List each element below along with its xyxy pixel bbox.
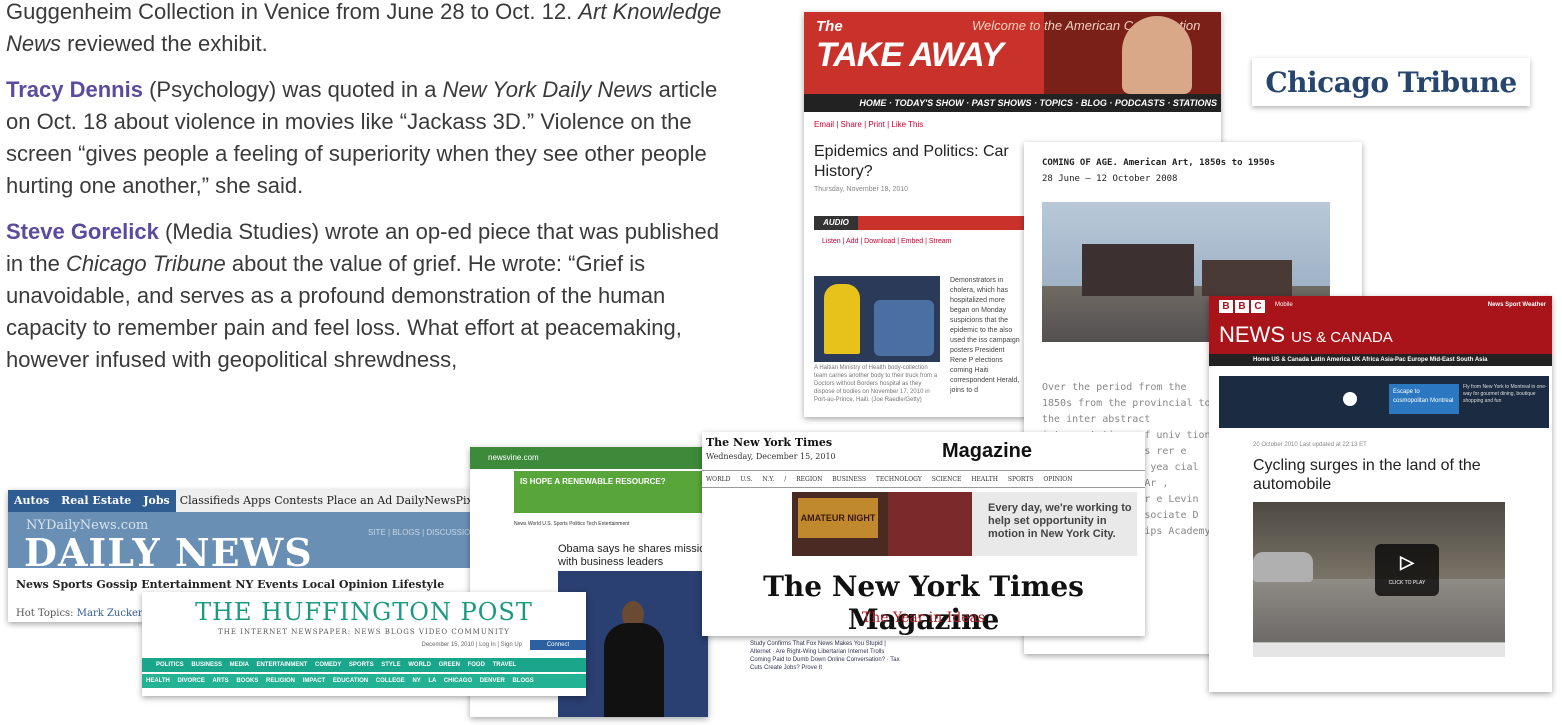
building-shape bbox=[1202, 260, 1292, 296]
bbc-logo-letter: B bbox=[1219, 300, 1233, 313]
takeaway-body: Demonstrators in cholera, which has hosp… bbox=[950, 277, 1020, 394]
logo-icon bbox=[1343, 392, 1357, 406]
tribune-wordmark: Chicago Tribune bbox=[1265, 66, 1517, 99]
newsvine-headline: Obama says he shares mission with busine… bbox=[558, 543, 708, 568]
news-label: NEWS bbox=[1219, 322, 1285, 347]
newsvine-list: Study Confirms That Fox News Makes You S… bbox=[750, 641, 900, 671]
article-text: Guggenheim Collection in Venice from Jun… bbox=[6, 0, 726, 390]
newsvine-nav: News World U.S. Sports Politics Tech Ent… bbox=[514, 521, 630, 527]
dailynews-nav: Autos Real Estate Jobs Classifieds Apps Con… bbox=[8, 490, 513, 512]
nyt-magazine-screenshot: The New York Times Wednesday, December 1… bbox=[702, 432, 1145, 636]
publication-name: New York Daily News bbox=[442, 77, 653, 102]
nyt-magazine-logo: The New York Times Magazine bbox=[763, 570, 1084, 636]
takeaway-tools: Email | Share | Print | Like This bbox=[814, 120, 924, 129]
takeaway-logo-top: The bbox=[816, 18, 843, 35]
dailynews-site-links: SITE | BLOGS | DISCUSSIONS bbox=[368, 528, 482, 537]
bbc-screenshot: B B C Mobile News Sport Weather NEWS US … bbox=[1209, 296, 1552, 692]
audio-player: AUDIO bbox=[814, 216, 1024, 230]
person-name: Steve Gorelick bbox=[6, 219, 159, 244]
person-name: Tracy Dennis bbox=[6, 77, 143, 102]
text-span: reviewed the exhibit. bbox=[61, 31, 268, 56]
bbc-headline: Cycling surges in the land of the automo… bbox=[1253, 457, 1481, 493]
bbc-promo: Escape to cosmopolitan Montreal bbox=[1389, 384, 1459, 414]
nyt-section-title: Magazine bbox=[942, 440, 1033, 462]
huffpost-nav: POLITICS BUSINESS MEDIA ENTERTAINMENT CO… bbox=[142, 658, 586, 672]
nyt-masthead: The New York Times bbox=[706, 436, 833, 449]
newsvine-ad: IS HOPE A RENEWABLE RESOURCE? bbox=[514, 471, 708, 513]
bbc-news-title: NEWS US & CANADA bbox=[1219, 322, 1393, 348]
nyt-nav: WORLD U.S. N.Y. / REGION BUSINESS TECHNO… bbox=[702, 470, 1145, 488]
text-span: (Psychology) was quoted in a bbox=[142, 77, 443, 102]
dailynews-menu: News Sports Gossip Entertainment NY Even… bbox=[16, 578, 445, 591]
bbc-top-links: News Sport Weather bbox=[1487, 302, 1546, 308]
play-label: CLICK TO PLAY bbox=[1388, 580, 1426, 586]
car-shape bbox=[1253, 552, 1313, 582]
nyt-promo: AMATEUR NIGHT Every day, we're working t… bbox=[792, 492, 1137, 556]
publication-name: Chicago Tribune bbox=[65, 251, 226, 276]
takeaway-date: Thursday, November 18, 2010 bbox=[814, 186, 909, 193]
video-controls bbox=[1253, 642, 1505, 657]
bbc-video: ▷ CLICK TO PLAY bbox=[1253, 502, 1505, 642]
nyt-subtitle: The Year in Ideas bbox=[861, 610, 986, 626]
nav-item: Real Estate bbox=[55, 490, 138, 512]
photo-figure bbox=[888, 492, 972, 556]
huffpost-logo: THE HUFFINGTON POST bbox=[195, 598, 533, 626]
nav-item: Autos bbox=[8, 490, 56, 512]
exhibition-title: COMING OF AGE. American Art, 1850s to 19… bbox=[1042, 158, 1275, 168]
apollo-sign: AMATEUR NIGHT bbox=[798, 498, 878, 538]
paragraph-guggenheim: Guggenheim Collection in Venice from Jun… bbox=[6, 0, 726, 60]
bbc-logo-letter: C bbox=[1251, 300, 1265, 313]
bbc-ad-strip: Escape to cosmopolitan Montreal Fly from… bbox=[1219, 376, 1549, 428]
bbc-mobile-link: Mobile bbox=[1275, 302, 1293, 308]
photo-figure bbox=[604, 623, 664, 717]
region-label: US & CANADA bbox=[1291, 329, 1393, 346]
photo-figure bbox=[824, 284, 860, 354]
audio-label: AUDIO bbox=[814, 216, 858, 230]
nyt-date: Wednesday, December 15, 2010 bbox=[706, 452, 836, 461]
chicago-tribune-logo: Chicago Tribune bbox=[1252, 58, 1530, 106]
takeaway-logo: TAKE AWAY bbox=[816, 36, 1004, 74]
play-icon: ▷ bbox=[1400, 552, 1414, 572]
bbc-nav: Home US & Canada Latin America UK Africa… bbox=[1209, 354, 1552, 366]
video-play-button: ▷ CLICK TO PLAY bbox=[1375, 544, 1439, 596]
photo-caption: A Haitian Ministry of Health body-collec… bbox=[814, 365, 938, 403]
bbc-header: B B C Mobile News Sport Weather NEWS US … bbox=[1209, 296, 1552, 354]
nav-item: Jobs bbox=[137, 490, 176, 512]
building-shape bbox=[1082, 244, 1194, 296]
newsvine-header: newsvine.com bbox=[470, 447, 708, 469]
bbc-date: 20 October 2010 Last updated at 22:13 ET bbox=[1253, 442, 1367, 448]
takeaway-banner: The TAKE AWAY Welcome to the American Co… bbox=[804, 12, 1221, 94]
bbc-logo-letter: B bbox=[1235, 300, 1249, 313]
huffpost-tagline: THE INTERNET NEWSPAPER: NEWS BLOGS VIDEO… bbox=[218, 628, 510, 636]
takeaway-headline: Epidemics and Politics: Car History? bbox=[814, 143, 1009, 180]
huffpost-connect-button: Connect bbox=[530, 640, 586, 650]
takeaway-nav: HOME · TODAY'S SHOW · PAST SHOWS · TOPIC… bbox=[804, 94, 1221, 112]
dailynews-logo: DAILY NEWS bbox=[24, 530, 313, 575]
paragraph-steve-gorelick: Steve Gorelick (Media Studies) wrote an … bbox=[6, 216, 726, 376]
takeaway-photo bbox=[814, 276, 940, 362]
huffpost-date: December 15, 2010 | Log In | Sign Up bbox=[421, 642, 522, 648]
bbc-logo: B B C bbox=[1219, 300, 1265, 313]
photo-figure bbox=[874, 300, 934, 356]
huffington-post-screenshot: THE HUFFINGTON POST THE INTERNET NEWSPAP… bbox=[142, 592, 586, 696]
apollo-photo: AMATEUR NIGHT bbox=[792, 492, 972, 556]
host-photo bbox=[1122, 16, 1192, 94]
exhibition-dates: 28 June – 12 October 2008 bbox=[1042, 174, 1178, 184]
bbc-promo-detail: Fly from New York to Montreal in one-way… bbox=[1463, 384, 1547, 404]
nyt-promo-text: Every day, we're working to help set opp… bbox=[988, 502, 1132, 540]
hot-topics-label: Hot Topics: bbox=[16, 608, 74, 619]
huffpost-subnav: HEALTH DIVORCE ARTS BOOKS RELIGION IMPAC… bbox=[142, 674, 586, 688]
text-span: Guggenheim Collection in Venice from Jun… bbox=[6, 0, 579, 24]
paragraph-tracy-dennis: Tracy Dennis (Psychology) was quoted in … bbox=[6, 74, 726, 202]
nav-item: Classifieds Apps Contests Place an Ad Da… bbox=[179, 494, 473, 507]
audio-links: Listen | Add | Download | Embed | Stream bbox=[822, 238, 952, 245]
